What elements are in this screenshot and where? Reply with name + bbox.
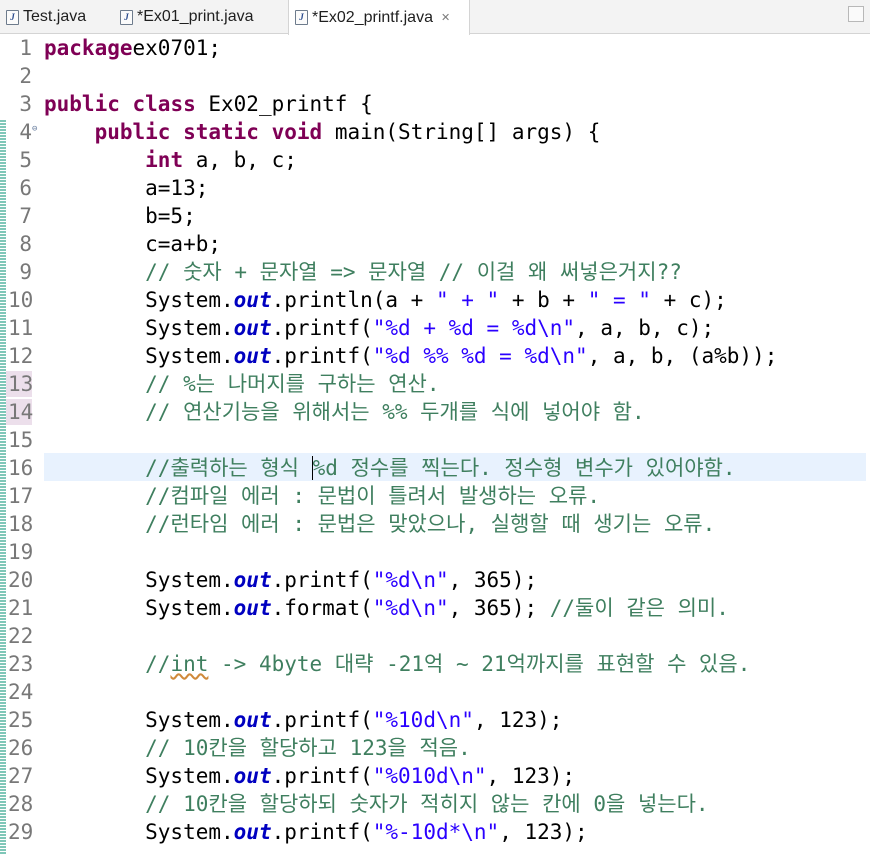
- tab-label: *Ex01_print.java: [137, 8, 254, 25]
- maximize-icon[interactable]: [848, 6, 864, 22]
- line-number: 28: [8, 792, 34, 816]
- code-line[interactable]: 25 System.out.printf("%10d\n", 123);: [0, 706, 870, 734]
- code-line[interactable]: 8 c=a+b;: [0, 230, 870, 258]
- code-line[interactable]: 10 System.out.println(a + " + " + b + " …: [0, 286, 870, 314]
- code-text: //런타임 에러 : 문법은 맞았으나, 실행할 때 생기는 오류.: [145, 512, 716, 536]
- code-text: System.out.format("%d\n", 365); //둘이 같은 …: [44, 596, 729, 620]
- close-icon[interactable]: ✕: [441, 11, 450, 24]
- code-text: System.out.printf("%-10d*\n", 123);: [44, 820, 588, 844]
- code-line[interactable]: 5 int a, b, c;: [0, 146, 870, 174]
- code-text: System.out.println(a + " + " + b + " = "…: [44, 288, 727, 312]
- line-number: 17: [8, 484, 34, 508]
- code-line[interactable]: 23 //int -> 4byte 대략 -21억 ~ 21억까지를 표현할 수…: [0, 650, 870, 678]
- code-text: // 숫자 + 문자열 => 문자열 // 이걸 왜 써넣은거지??: [145, 260, 682, 284]
- code-text: c=a+b;: [44, 232, 222, 256]
- code-text: // %는 나머지를 구하는 연산.: [145, 372, 440, 396]
- code-line[interactable]: 9 // 숫자 + 문자열 => 문자열 // 이걸 왜 써넣은거지??: [0, 258, 870, 286]
- code-line[interactable]: 20 System.out.printf("%d\n", 365);: [0, 566, 870, 594]
- tab-label: *Ex02_printf.java: [312, 8, 433, 26]
- line-number: 27: [8, 764, 34, 788]
- tab-ex02-printf-java[interactable]: J *Ex02_printf.java ✕: [288, 0, 470, 35]
- line-number: 10: [8, 288, 34, 312]
- line-number: 6: [19, 176, 32, 200]
- code-text: packageex0701;: [44, 36, 222, 60]
- code-text: System.out.printf("%d %% %d = %d\n", a, …: [44, 344, 778, 368]
- line-number: 15: [8, 428, 34, 452]
- line-number: 16: [8, 456, 34, 480]
- code-line[interactable]: 18 //런타임 에러 : 문법은 맞았으나, 실행할 때 생기는 오류.: [0, 510, 870, 538]
- fold-collapse-icon[interactable]: ⊖: [32, 124, 37, 134]
- code-line[interactable]: 12 System.out.printf("%d %% %d = %d\n", …: [0, 342, 870, 370]
- code-line[interactable]: 27 System.out.printf("%010d\n", 123);: [0, 762, 870, 790]
- code-line[interactable]: 13 // %는 나머지를 구하는 연산.: [0, 370, 870, 398]
- code-line[interactable]: 17 //컴파일 에러 : 문법이 틀려서 발생하는 오류.: [0, 482, 870, 510]
- line-number: 20: [8, 568, 34, 592]
- tab-ex01-print-java[interactable]: J *Ex01_print.java: [116, 0, 286, 34]
- line-number: 26: [8, 736, 34, 760]
- code-line[interactable]: 1 packageex0701;: [0, 34, 870, 62]
- code-line[interactable]: 16 //출력하는 형식 %d 정수를 찍는다. 정수형 변수가 있어야함.: [0, 454, 870, 482]
- line-number: 13: [8, 372, 34, 396]
- code-text: //int -> 4byte 대략 -21억 ~ 21억까지를 표현할 수 있음…: [145, 652, 751, 676]
- code-line[interactable]: 2: [0, 62, 870, 90]
- code-line[interactable]: 24: [0, 678, 870, 706]
- code-line[interactable]: 4 ⊖ public static void main(String[] args…: [0, 118, 870, 146]
- line-number: 14: [8, 400, 34, 424]
- code-line[interactable]: 11 System.out.printf("%d + %d = %d\n", a…: [0, 314, 870, 342]
- code-text: // 연산기능을 위해서는 %% 두개를 식에 넣어야 함.: [145, 400, 645, 424]
- line-number: 1: [19, 36, 32, 60]
- code-line[interactable]: 6 a=13;: [0, 174, 870, 202]
- code-line[interactable]: 3 public class Ex02_printf {: [0, 90, 870, 118]
- code-text: // 10칸을 할당하고 123을 적음.: [145, 736, 471, 760]
- code-text: public static void main(String[] args) {: [94, 120, 601, 144]
- line-number: 23: [8, 652, 34, 676]
- code-text: b=5;: [44, 204, 196, 228]
- tab-label: Test.java: [23, 8, 87, 25]
- line-number: 19: [8, 540, 34, 564]
- line-number: 9: [19, 260, 32, 284]
- line-number: 5: [19, 148, 32, 172]
- code-line[interactable]: 15: [0, 426, 870, 454]
- code-text: public class Ex02_printf {: [44, 92, 373, 116]
- line-number: 3: [19, 92, 32, 116]
- code-text: System.out.printf("%10d\n", 123);: [44, 708, 563, 732]
- java-file-icon: J: [6, 9, 19, 25]
- java-file-icon: J: [120, 9, 133, 25]
- line-number: 29: [8, 820, 34, 844]
- line-number: 4: [19, 120, 32, 144]
- line-number: 8: [19, 232, 32, 256]
- line-number: 2: [19, 64, 32, 88]
- code-line[interactable]: 28 // 10칸을 할당하되 숫자가 적히지 않는 칸에 0을 넣는다.: [0, 790, 870, 818]
- editor-tab-bar: J Test.java J *Ex01_print.java J *Ex02_p…: [0, 0, 870, 35]
- code-line[interactable]: 7 b=5;: [0, 202, 870, 230]
- line-number: 11: [8, 316, 34, 340]
- code-line[interactable]: 22: [0, 622, 870, 650]
- code-text: //출력하는 형식 %d 정수를 찍는다. 정수형 변수가 있어야함.: [145, 456, 736, 480]
- line-number: 7: [19, 204, 32, 228]
- code-line[interactable]: 29 System.out.printf("%-10d*\n", 123);: [0, 818, 870, 846]
- code-editor[interactable]: 1 packageex0701; 2 3 public class Ex02_print…: [0, 34, 870, 855]
- line-number: 22: [8, 624, 34, 648]
- code-text: System.out.printf("%d\n", 365);: [44, 568, 538, 592]
- line-number: 21: [8, 596, 34, 620]
- code-text: System.out.printf("%010d\n", 123);: [44, 764, 576, 788]
- tab-test-java[interactable]: J Test.java: [2, 0, 114, 34]
- code-line[interactable]: 19: [0, 538, 870, 566]
- code-line[interactable]: 14 // 연산기능을 위해서는 %% 두개를 식에 넣어야 함.: [0, 398, 870, 426]
- code-text: a=13;: [44, 176, 209, 200]
- code-text: //컴파일 에러 : 문법이 틀려서 발생하는 오류.: [145, 484, 601, 508]
- code-text: // 10칸을 할당하되 숫자가 적히지 않는 칸에 0을 넣는다.: [145, 792, 709, 816]
- code-line[interactable]: 26 // 10칸을 할당하고 123을 적음.: [0, 734, 870, 762]
- line-number: 24: [8, 680, 34, 704]
- line-number: 25: [8, 708, 34, 732]
- code-text: int a, b, c;: [145, 148, 297, 172]
- line-number: 12: [8, 344, 34, 368]
- java-file-icon: J: [295, 10, 308, 25]
- code-text: System.out.printf("%d + %d = %d\n", a, b…: [44, 316, 715, 340]
- line-number: 18: [8, 512, 34, 536]
- code-line[interactable]: 21 System.out.format("%d\n", 365); //둘이 …: [0, 594, 870, 622]
